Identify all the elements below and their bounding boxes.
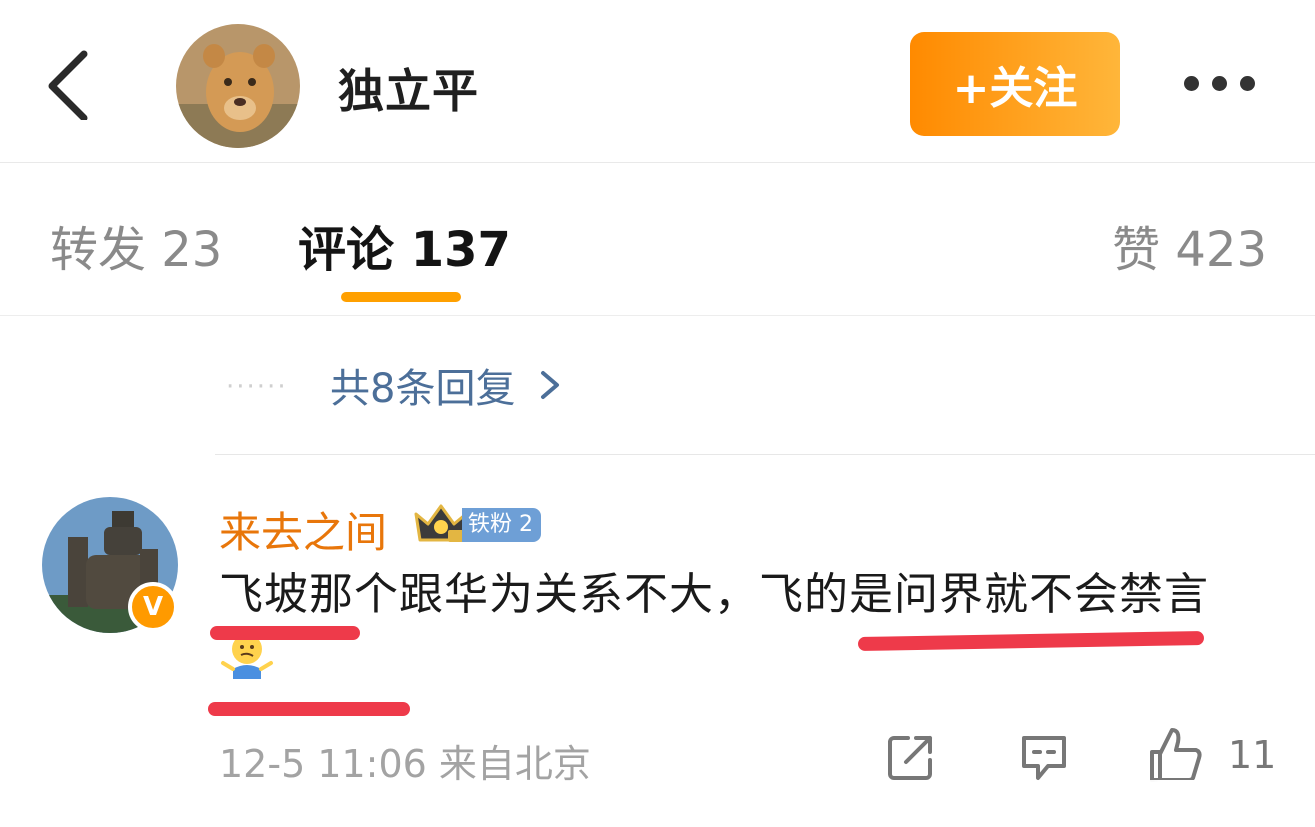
tab-likes[interactable]: 赞 423: [1112, 210, 1267, 280]
highlight-underline: [210, 626, 360, 640]
view-replies-link[interactable]: 共8条回复: [330, 356, 565, 414]
chevron-left-icon: [48, 50, 88, 122]
back-button[interactable]: [40, 48, 100, 122]
bottom-fade: [930, 780, 1315, 827]
follow-button[interactable]: +关注: [910, 32, 1120, 136]
profile-name[interactable]: 独立平: [338, 55, 479, 121]
tab-forward[interactable]: 转发 23: [50, 210, 222, 280]
thumbs-up-icon: [1150, 728, 1202, 782]
like-button[interactable]: [1146, 726, 1204, 784]
comment-button[interactable]: [1018, 732, 1070, 782]
fan-level-badge: 铁粉 2: [462, 508, 541, 542]
comment-timestamp: 12-5 11:06 来自北京: [219, 742, 591, 786]
top-bar: 独立平 +关注: [0, 0, 1315, 163]
tab-active-indicator: [341, 292, 461, 302]
avatar[interactable]: [176, 24, 300, 148]
chevron-right-icon: [541, 371, 560, 399]
highlight-underline: [208, 702, 410, 716]
replies-dots: ······: [226, 372, 288, 402]
share-button[interactable]: [886, 732, 936, 782]
like-count: 11: [1228, 733, 1277, 777]
tab-comments[interactable]: 评论 137: [298, 210, 511, 280]
comment-username[interactable]: 来去之间: [219, 499, 387, 560]
more-button[interactable]: [1180, 70, 1260, 98]
divider: [215, 454, 1315, 455]
share-icon: [888, 736, 932, 780]
tab-bar: 转发 23 评论 137 赞 423: [0, 162, 1315, 316]
comment-icon: [1022, 736, 1066, 780]
v-verified-icon: V: [128, 582, 178, 632]
comment-text: 飞坡那个跟华为关系不大，飞的是问界就不会禁言: [219, 562, 1249, 694]
replies-label: 共8条回复: [330, 366, 516, 412]
